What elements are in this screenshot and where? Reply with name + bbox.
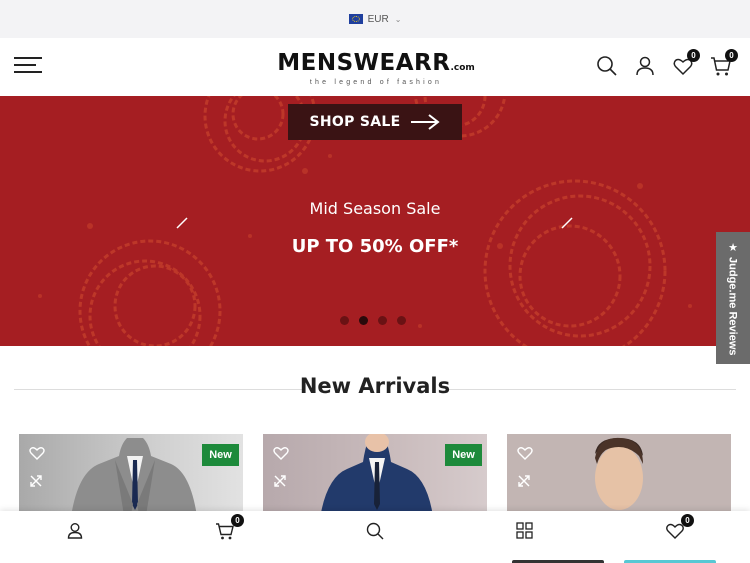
bottom-nav: 0 0 — [0, 511, 750, 563]
eu-flag-icon — [348, 14, 363, 24]
currency-bar: EUR ⌄ — [0, 0, 750, 38]
slider-dot[interactable] — [340, 316, 349, 325]
site-header: MENSWEARR.com the legend of fashion 0 0 — [0, 38, 750, 96]
cart-icon: 0 — [215, 514, 244, 541]
compare-icon[interactable] — [29, 474, 43, 493]
chevron-down-icon: ⌄ — [394, 14, 402, 24]
compare-icon[interactable] — [273, 474, 287, 493]
slider-next-icon[interactable] — [560, 216, 574, 230]
currency-selector[interactable]: EUR ⌄ — [348, 13, 402, 25]
slider-pagination — [340, 316, 406, 325]
logo-suffix: .com — [450, 63, 475, 73]
grid-icon — [515, 521, 535, 541]
shop-sale-label: SHOP SALE — [309, 114, 401, 130]
account-icon[interactable] — [634, 55, 656, 77]
menu-icon[interactable] — [14, 57, 42, 75]
wishlist-count-badge: 0 — [687, 49, 700, 62]
hero-banner: SHOP SALE Mid Season Sale UP TO 50% OFF* — [0, 96, 750, 346]
wishlist-icon[interactable]: 0 — [672, 49, 700, 77]
judgeme-reviews-tab[interactable]: ★ Judge.me Reviews — [716, 232, 750, 364]
nav-account[interactable] — [0, 511, 150, 563]
new-badge: New — [445, 444, 482, 466]
nav-search[interactable] — [300, 511, 450, 563]
currency-label: EUR — [367, 13, 389, 25]
cart-icon[interactable]: 0 — [710, 49, 738, 77]
logo-text: MENSWEARR — [277, 50, 451, 76]
wishlist-heart-icon[interactable] — [273, 446, 289, 465]
slider-dot[interactable] — [359, 316, 368, 325]
cart-count-badge: 0 — [231, 514, 244, 527]
shop-sale-button[interactable]: SHOP SALE — [288, 104, 462, 140]
heart-icon: 0 — [665, 514, 694, 541]
reviews-tab-label: ★ Judge.me Reviews — [726, 240, 739, 356]
hero-title: UP TO 50% OFF* — [291, 236, 459, 257]
new-badge: New — [202, 444, 239, 466]
search-icon — [365, 521, 385, 541]
hero-subtitle: Mid Season Sale — [309, 199, 441, 218]
nav-shop[interactable] — [450, 511, 600, 563]
arrow-right-icon — [411, 114, 441, 130]
compare-icon[interactable] — [517, 474, 531, 493]
site-logo[interactable]: MENSWEARR.com the legend of fashion — [270, 50, 482, 90]
nav-wishlist[interactable]: 0 — [600, 511, 750, 563]
nav-cart[interactable]: 0 — [150, 511, 300, 563]
wishlist-heart-icon[interactable] — [29, 446, 45, 465]
search-icon[interactable] — [596, 55, 618, 77]
slider-dot[interactable] — [378, 316, 387, 325]
cart-count-badge: 0 — [725, 49, 738, 62]
slider-dot[interactable] — [397, 316, 406, 325]
wishlist-heart-icon[interactable] — [517, 446, 533, 465]
wishlist-count-badge: 0 — [681, 514, 694, 527]
user-icon — [65, 521, 85, 541]
section-title: New Arrivals — [299, 374, 451, 398]
slider-prev-icon[interactable] — [175, 216, 189, 230]
